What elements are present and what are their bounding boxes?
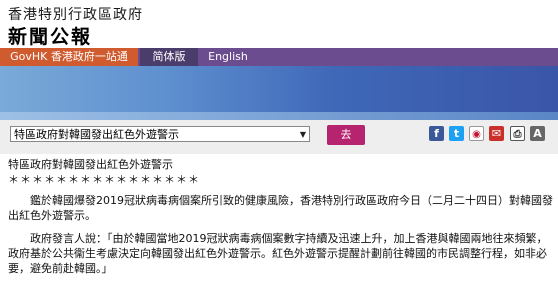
top-nav: GovHK 香港政府一站通 简体版 English (0, 48, 558, 66)
chevron-down-icon: ▼ (299, 130, 306, 139)
site-header: 香港特別行政區政府 新聞公報 (0, 0, 558, 48)
weibo-icon[interactable]: ◉ (469, 126, 484, 141)
article-paragraph-2: 政府發言人說：「由於韓國當地2019冠狀病毒病個案數字持續及迅速上升，加上香港與… (8, 232, 548, 275)
article-title: 特區政府對韓國發出紅色外遊警示 (8, 158, 173, 171)
article-select[interactable]: 特區政府對韓國發出紅色外遊警示 ▼ (10, 126, 310, 142)
govhk-link[interactable]: GovHK 香港政府一站通 (0, 48, 138, 66)
facebook-icon[interactable]: f (429, 126, 444, 141)
article-content: 特區政府對韓國發出紅色外遊警示 ＊＊＊＊＊＊＊＊＊＊＊＊＊＊＊＊ 鑑於韓國爆發2… (8, 157, 553, 284)
banner-band (0, 112, 558, 120)
toolbar: 特區政府對韓國發出紅色外遊警示 ▼ 去 f t ◉ ✉ ⎙ A (0, 120, 558, 154)
publication-title[interactable]: 新聞公報 (8, 22, 92, 49)
twitter-icon[interactable]: t (449, 126, 464, 141)
article-paragraph-1: 鑑於韓國爆發2019冠狀病毒病個案所引致的健康風險，香港特別行政區政府今日（二月… (8, 194, 553, 222)
article-select-value: 特區政府對韓國發出紅色外遊警示 (14, 128, 179, 141)
org-name: 香港特別行政區政府 (8, 7, 143, 23)
email-icon[interactable]: ✉ (489, 126, 504, 141)
font-size-icon[interactable]: A (530, 126, 545, 141)
go-button[interactable]: 去 (327, 125, 365, 145)
print-icon[interactable]: ⎙ (510, 126, 525, 141)
banner (0, 66, 558, 112)
english-link[interactable]: English (200, 48, 256, 66)
simplified-chinese-link[interactable]: 简体版 (140, 48, 198, 66)
divider-stars: ＊＊＊＊＊＊＊＊＊＊＊＊＊＊＊＊ (8, 173, 200, 186)
